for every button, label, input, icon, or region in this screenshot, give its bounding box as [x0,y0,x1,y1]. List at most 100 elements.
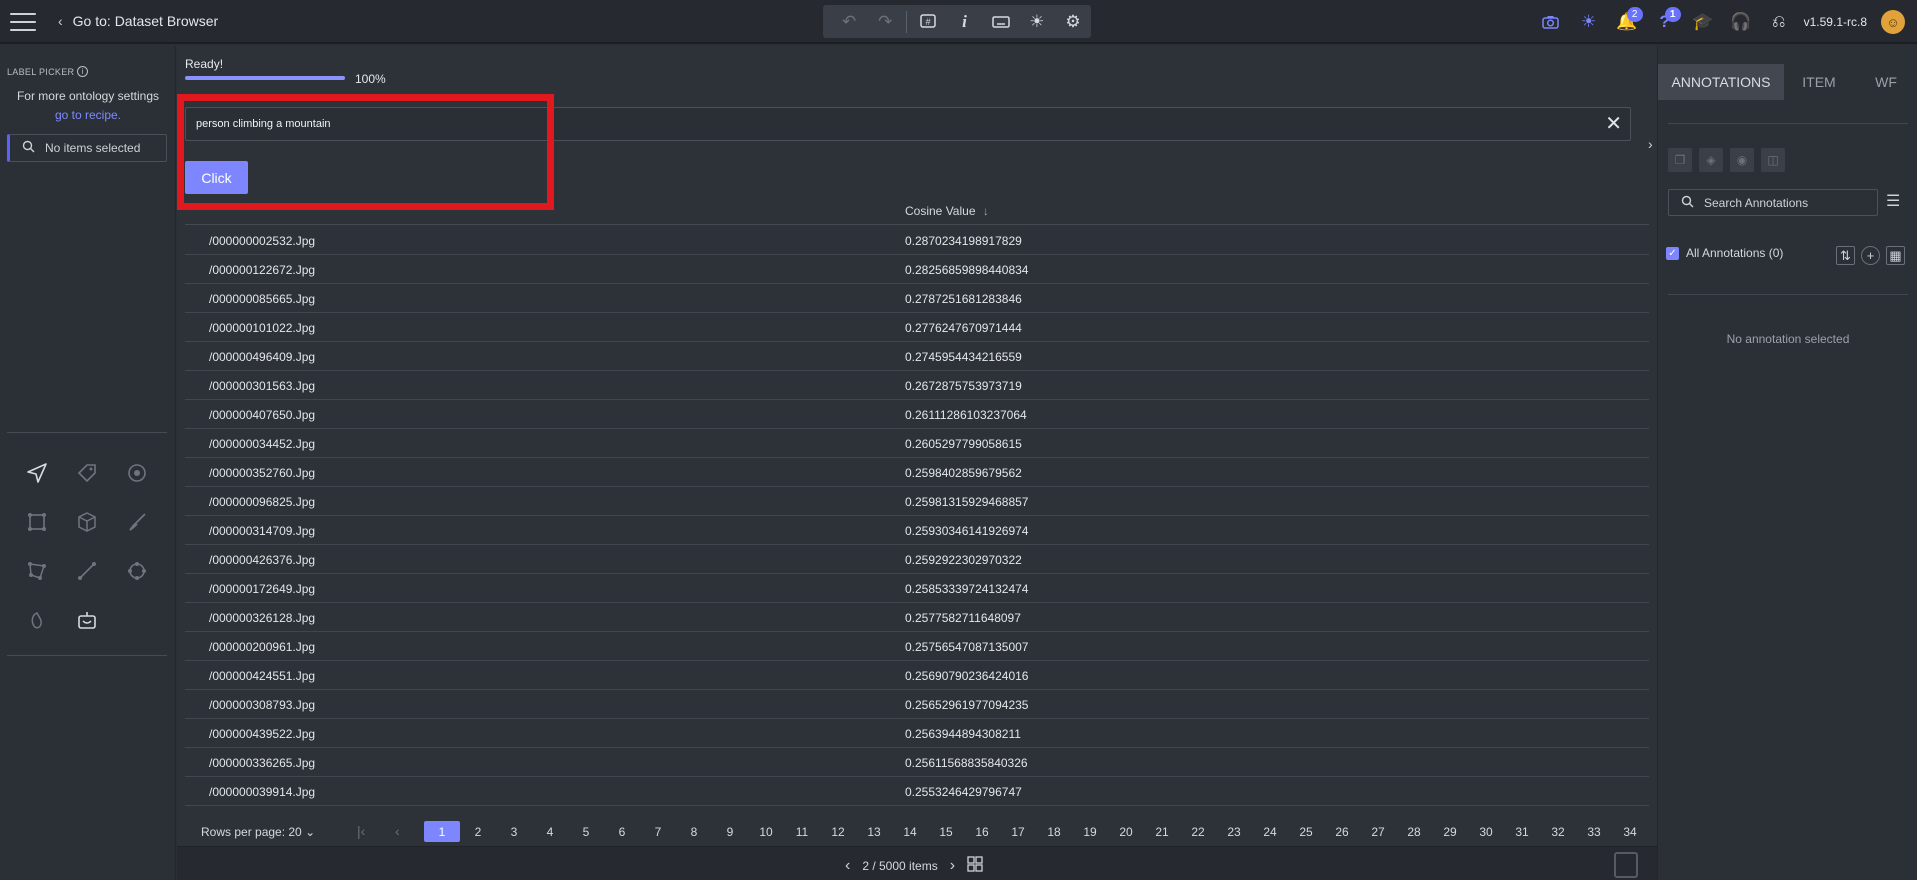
notifications-bell-icon[interactable]: 🔔 2 [1608,0,1646,44]
page-number-button[interactable]: 28 [1396,821,1432,842]
previous-item-icon[interactable]: ‹ [845,857,850,875]
page-number-button[interactable]: 12 [820,821,856,842]
rows-per-page-select[interactable]: Rows per page: 20 ⌄ [201,825,315,839]
page-number-button[interactable]: 34 [1612,821,1648,842]
page-number-button[interactable]: 3 [496,821,532,842]
page-number-button[interactable]: 9 [712,821,748,842]
page-number-button[interactable]: 15 [928,821,964,842]
page-number-button[interactable]: 33 [1576,821,1612,842]
brush-icon[interactable] [122,507,152,537]
cosine-column-header[interactable]: Cosine Value ↓ [905,204,989,218]
first-page-icon[interactable]: |‹ [357,823,365,839]
page-number-button[interactable]: 18 [1036,821,1072,842]
trash-icon[interactable]: ◫ [1761,148,1785,172]
undo-icon[interactable]: ↶ [831,5,867,38]
point-icon[interactable] [122,458,152,488]
close-icon[interactable]: ✕ [1605,114,1622,134]
page-number-button[interactable]: 11 [784,821,820,842]
chevron-right-icon[interactable]: › [1648,136,1653,152]
page-number-button[interactable]: 2 [460,821,496,842]
page-number-button[interactable]: 17 [1000,821,1036,842]
table-row[interactable]: /000000301563.Jpg 0.2672875753973719 [185,371,1649,400]
page-number-button[interactable]: 14 [892,821,928,842]
hide-eye-icon[interactable]: ◉ [1730,148,1754,172]
cube-icon[interactable] [72,507,102,537]
table-row[interactable]: /000000308793.Jpg 0.25652961977094235 [185,690,1649,719]
table-row[interactable]: /000000314709.Jpg 0.25930346141926974 [185,516,1649,545]
info-circle-icon[interactable]: i [77,66,88,77]
bug-icon[interactable]: ☀ [1019,5,1055,38]
announcement-icon[interactable]: ⎌ [1760,0,1798,44]
page-number-button[interactable]: 21 [1144,821,1180,842]
table-row[interactable]: /000000496409.Jpg 0.2745954434216559 [185,342,1649,371]
robot-icon[interactable] [72,605,102,635]
page-number-button[interactable]: 10 [748,821,784,842]
tab-annotations[interactable]: ANNOTATIONS [1658,64,1784,100]
comment-hash-icon[interactable]: # [910,5,946,38]
page-number-button[interactable]: 13 [856,821,892,842]
page-number-button[interactable]: 16 [964,821,1000,842]
page-number-button[interactable]: 29 [1432,821,1468,842]
page-number-button[interactable]: 31 [1504,821,1540,842]
table-row[interactable]: /000000336265.Jpg 0.25611568835840326 [185,748,1649,777]
page-number-button[interactable]: 20 [1108,821,1144,842]
tag-icon[interactable] [72,458,102,488]
grid-view-icon[interactable] [967,856,983,875]
table-row[interactable]: /000000172649.Jpg 0.25853339724132474 [185,574,1649,603]
add-circle-icon[interactable]: + [1861,246,1880,265]
checkbox-checked-icon[interactable]: ✓ [1666,246,1679,260]
next-item-icon[interactable]: › [950,857,955,875]
page-number-button[interactable]: 23 [1216,821,1252,842]
info-icon[interactable]: i [946,5,982,38]
table-row[interactable]: /000000002532.Jpg 0.2870234198917829 [185,226,1649,255]
menu-icon[interactable] [10,13,36,31]
table-row[interactable]: /000000085665.Jpg 0.2787251681283846 [185,284,1649,313]
academy-icon[interactable]: 🎓 [1684,0,1722,44]
page-number-button[interactable]: 30 [1468,821,1504,842]
avatar[interactable]: ☺ [1881,10,1905,34]
box-icon[interactable] [22,507,52,537]
page-number-button[interactable]: 25 [1288,821,1324,842]
table-row[interactable]: /000000122672.Jpg 0.28256859898440834 [185,255,1649,284]
page-number-button[interactable]: 4 [532,821,568,842]
select-arrow-icon[interactable] [22,458,52,488]
camera-icon[interactable] [1532,0,1570,44]
back-navigation[interactable]: ‹ Go to: Dataset Browser [58,13,218,29]
filter-settings-icon[interactable]: ☰ [1886,191,1900,211]
table-row[interactable]: /000000407650.Jpg 0.26111286103237064 [185,400,1649,429]
page-number-button[interactable]: 7 [640,821,676,842]
table-row[interactable]: /000000439522.Jpg 0.2563944894308211 [185,719,1649,748]
page-number-button[interactable]: 24 [1252,821,1288,842]
search-button[interactable]: Click [185,161,248,194]
semantic-search-input[interactable]: person climbing a mountain ✕ [185,107,1631,141]
gear-icon[interactable]: ⚙ [1055,5,1091,38]
page-number-button[interactable]: 19 [1072,821,1108,842]
tab-item[interactable]: ITEM [1784,64,1854,100]
tag-icon[interactable]: ◈ [1699,148,1723,172]
copy-icon[interactable]: ❐ [1668,148,1692,172]
redo-icon[interactable]: ↷ [867,5,903,38]
layout-icon[interactable]: ▦ [1886,246,1905,265]
polyline-icon[interactable] [72,556,102,586]
polygon-icon[interactable] [22,556,52,586]
page-number-button[interactable]: 27 [1360,821,1396,842]
ellipse-icon[interactable] [122,556,152,586]
keyboard-icon[interactable] [983,5,1019,38]
save-icon[interactable] [1614,852,1638,878]
table-row[interactable]: /000000426376.Jpg 0.2592922302970322 [185,545,1649,574]
sort-arrow-icon[interactable]: ↓ [983,204,989,218]
label-search-input[interactable]: No items selected [7,134,167,162]
table-row[interactable]: /000000424551.Jpg 0.25690790236424016 [185,661,1649,690]
recipe-link[interactable]: go to recipe. [0,108,176,122]
smart-tool-icon[interactable] [22,605,52,635]
page-number-button[interactable]: 6 [604,821,640,842]
table-row[interactable]: /000000326128.Jpg 0.2577582711648097 [185,603,1649,632]
page-number-button[interactable]: 26 [1324,821,1360,842]
help-icon[interactable]: ? 1 [1646,0,1684,44]
page-number-button[interactable]: 8 [676,821,712,842]
table-row[interactable]: /000000034452.Jpg 0.2605297799058615 [185,429,1649,458]
table-row[interactable]: /000000096825.Jpg 0.25981315929468857 [185,487,1649,516]
previous-page-icon[interactable]: ‹ [395,823,400,839]
page-number-button[interactable]: 22 [1180,821,1216,842]
table-row[interactable]: /000000352760.Jpg 0.2598402859679562 [185,458,1649,487]
